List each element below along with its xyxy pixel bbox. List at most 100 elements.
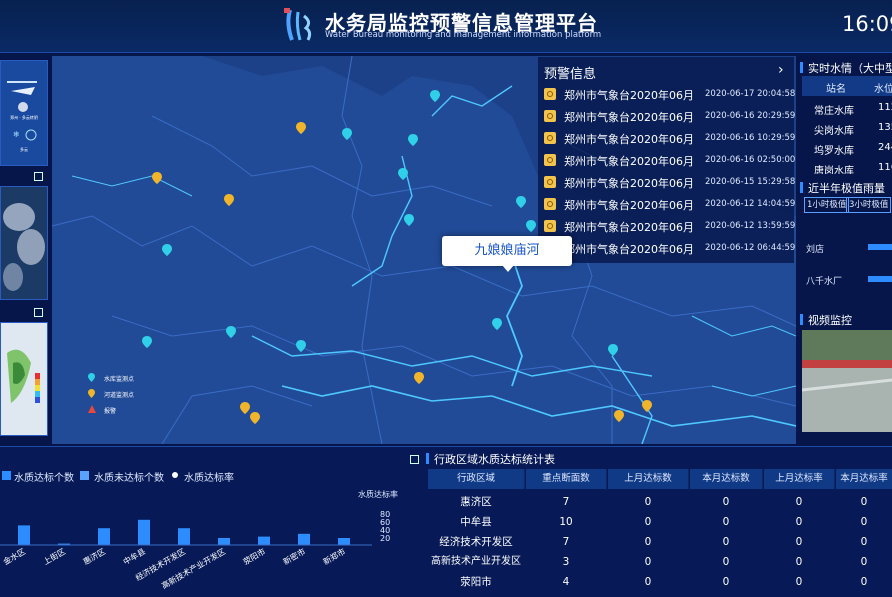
chart-bar[interactable] [298,533,310,545]
water-row[interactable]: 坞罗水库 244 [802,138,892,158]
alert-item[interactable]: 郑州市气象台2020年06月15日 2020-06-15 15:29:58 [538,172,796,194]
chevron-right-icon[interactable]: › [778,62,784,78]
water-row[interactable]: 唐岗水库 116 [802,158,892,174]
legend-rate-label: 水质达标率 [184,473,234,484]
alert-text: 郑州市气象台2020年06月16日 [564,155,694,168]
satellite-cloud-image[interactable] [0,186,48,300]
alert-item[interactable]: 郑州市气象台2020年06月16日 2020-06-16 20:29:59 [538,106,796,128]
alert-time: 2020-06-17 20:04:58 [705,89,796,99]
expand-icon[interactable] [34,172,43,181]
radar-graphic [1,323,47,435]
chart-bar[interactable] [178,528,190,545]
section-marker [800,314,803,325]
cell-last-pass: 0 [644,496,652,508]
warning-icon [544,132,556,144]
station-name: 常庄水库 [814,106,854,117]
section-marker [426,453,429,464]
river-legend-icon [88,389,95,398]
chart-bar[interactable] [18,525,30,545]
alert-item[interactable]: 郑州市气象台2020年06月16日 2020-06-16 02:50:00 [538,150,795,172]
cell-this-rate: 0 [860,536,868,548]
legend-swatch-rate [172,472,178,478]
chart-bar[interactable] [258,536,270,545]
chart-category-label: 上街区 [41,546,67,567]
alert-time: 2020-06-12 13:59:59 [705,221,796,231]
th-last-month-rate: 上月达标率 [764,469,835,489]
alert-text: 郑州市气象台2020年06月16日 [564,133,694,146]
chart-bar[interactable] [138,519,150,545]
water-row[interactable]: 常庄水库 112 [802,98,892,118]
alert-item[interactable]: 郑州市气象台2020年06月12日 2020-06-12 14:04:59 [538,194,796,216]
col-level: 水位 [874,84,892,95]
th-key-sections: 重点断面数 [526,469,607,489]
station-name: 尖岗水库 [814,126,854,137]
alert-time: 2020-06-16 20:29:59 [705,111,796,121]
alert-text: 郑州市气象台2020年06月12日 [564,199,694,212]
alert-item[interactable]: 郑州市气象台2020年06月16日 2020-06-16 10:29:59 [538,128,796,150]
alert-panel: 预警信息 › 郑州市气象台2020年06月17日 2020-06-17 20:0… [538,57,796,263]
cell-sections: 7 [562,536,570,548]
legend-fail-label: 水质未达标个数 [94,473,164,484]
table-title: 行政区域水质达标统计表 [434,453,555,466]
alert-item[interactable]: 郑州市气象台2020年06月12日 2020-06-12 13:59:59 [538,216,796,238]
weather-line-1: 郑州 · 多云转阴 [10,114,38,120]
weather-widget-graphic: 郑州 · 多云转阴 ❄ 多云 [1,61,47,165]
radar-image[interactable] [0,322,48,436]
th-last-month-pass: 上月达标数 [608,469,689,489]
tab-3h[interactable]: 3小时极值 [846,197,892,213]
snow-icon: ❄ [13,130,20,139]
tab-1h[interactable]: 1小时极值 [804,197,850,213]
water-row[interactable]: 尖岗水库 135 [802,118,892,138]
clock: 16:09 [842,12,892,36]
alert-item[interactable]: 郑州市气象台2020年06月17日 2020-06-17 20:04:58 [538,84,796,106]
alert-time: 2020-06-16 10:29:59 [705,133,796,143]
chart-bar[interactable] [98,528,110,545]
map-tooltip: 九娘娘庙河 [442,236,572,266]
alert-panel-title: 预警信息 [544,67,597,82]
alert-item[interactable]: 郑州市气象台2020年06月12日 2020-06-12 06:44:59 [538,238,795,260]
station-name: 唐岗水库 [814,166,854,174]
expand-icon[interactable] [34,308,43,317]
station-name: 坞罗水库 [814,146,854,157]
rain-station-label: 刘店 [806,245,825,255]
cell-this-pass: 0 [722,536,730,548]
th-region: 行政区域 [428,469,525,489]
chart-category-label: 高新技术产业开发区 [160,546,227,591]
cell-region: 惠济区 [460,496,492,508]
water-level: 244 [878,142,892,153]
warning-icon [544,198,556,210]
legend-swatch-fail [80,471,89,480]
alert-time: 2020-06-12 14:04:59 [705,199,796,209]
water-level: 112 [878,102,892,113]
alert-text: 郑州市气象台2020年06月16日 [564,111,694,124]
alert-text: 郑州市气象台2020年06月12日 [564,221,694,234]
weather-line-2: 多云 [20,146,28,152]
rate-axis-label: 水质达标率 [358,490,398,499]
video-monitor[interactable] [802,330,892,432]
page-subtitle: Water Bureau monitoring and management i… [325,30,602,40]
alert-text: 郑州市气象台2020年06月12日 [564,243,694,256]
cell-this-rate: 0 [860,496,868,508]
chart-category-label: 新密市 [281,546,307,567]
chart-category-label: 中牟县 [121,546,147,567]
cell-last-rate: 0 [795,576,803,588]
cell-last-rate: 0 [795,536,803,548]
cell-sections: 7 [562,496,570,508]
water-section-title: 实时水情（大中型） [808,62,892,75]
chart-bar[interactable] [338,538,350,545]
rain-bar [868,244,892,250]
header-bar: 水务局监控预警信息管理平台 Water Bureau monitoring an… [0,0,892,53]
chart-bar[interactable] [218,538,230,545]
cell-this-rate: 0 [860,576,868,588]
warning-icon [544,220,556,232]
water-quality-table-panel: 行政区域水质达标统计表 行政区域 重点断面数 上月达标数 本月达标数 上月达标率… [426,447,892,597]
alert-time: 2020-06-15 15:29:58 [705,177,796,187]
chart-y-tick: 20 [380,534,390,543]
cell-region: 高新技术产业开发区 [431,556,521,567]
cell-last-pass: 0 [644,536,652,548]
expand-icon[interactable] [410,455,419,464]
legend-pass-label: 水质达标个数 [14,473,74,484]
weather-widget[interactable]: 郑州 · 多云转阴 ❄ 多云 [0,60,48,166]
section-marker [800,62,803,73]
alert-text: 郑州市气象台2020年06月17日 [564,89,694,102]
